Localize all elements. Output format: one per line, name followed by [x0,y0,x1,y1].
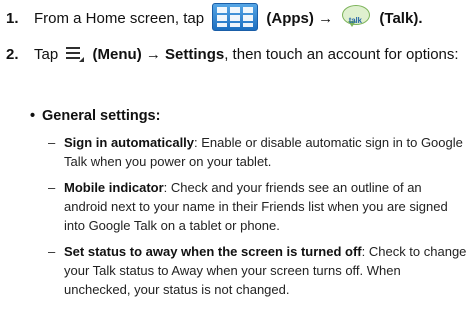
dash: – [48,180,56,195]
heading-colon: : [155,108,161,124]
arrow: → [318,10,334,27]
item-title: Sign in automatically [64,135,195,150]
menu-icon [66,46,85,62]
step-1: 1. From a Home screen, tap (Apps) → talk… [6,3,468,36]
general-settings-heading: • General settings: [30,104,161,128]
dash: – [48,135,56,150]
step-2-outro: , then touch an account for options: [224,46,459,63]
step-1-intro: From a Home screen, tap [34,10,205,27]
apps-grid-icon [212,3,259,32]
dash: – [48,244,56,259]
talk-icon-text: talk [348,16,362,26]
talk-label: (Talk). [379,10,423,27]
manual-page: 1. From a Home screen, tap (Apps) → talk… [0,0,474,325]
talk-icon: talk [341,4,371,30]
step-number: 1. [6,10,19,27]
apps-label: (Apps) [266,10,314,27]
step-1-text: From a Home screen, tap (Apps) → talk (T… [34,3,468,32]
step-number: 2. [6,46,19,63]
item-title: Set status to away when the screen is tu… [64,244,362,259]
list-item: – Mobile indicator: Check and your frien… [48,178,468,235]
settings-label: Settings [165,46,225,63]
item-title: Mobile indicator [64,180,164,195]
bullet: • [30,108,36,124]
step-2: 2. Tap (Menu) → Settings, then touch an … [6,42,468,98]
menu-label: (Menu) [92,46,142,63]
step-2-text: Tap (Menu) → Settings, then touch an acc… [34,42,468,68]
heading-text: General settings [42,108,156,124]
arrow: → [145,46,161,63]
list-item: – Set status to away when the screen is … [48,242,468,299]
step-2-intro: Tap [34,46,59,63]
list-item: – Sign in automatically: Enable or disab… [48,133,468,171]
